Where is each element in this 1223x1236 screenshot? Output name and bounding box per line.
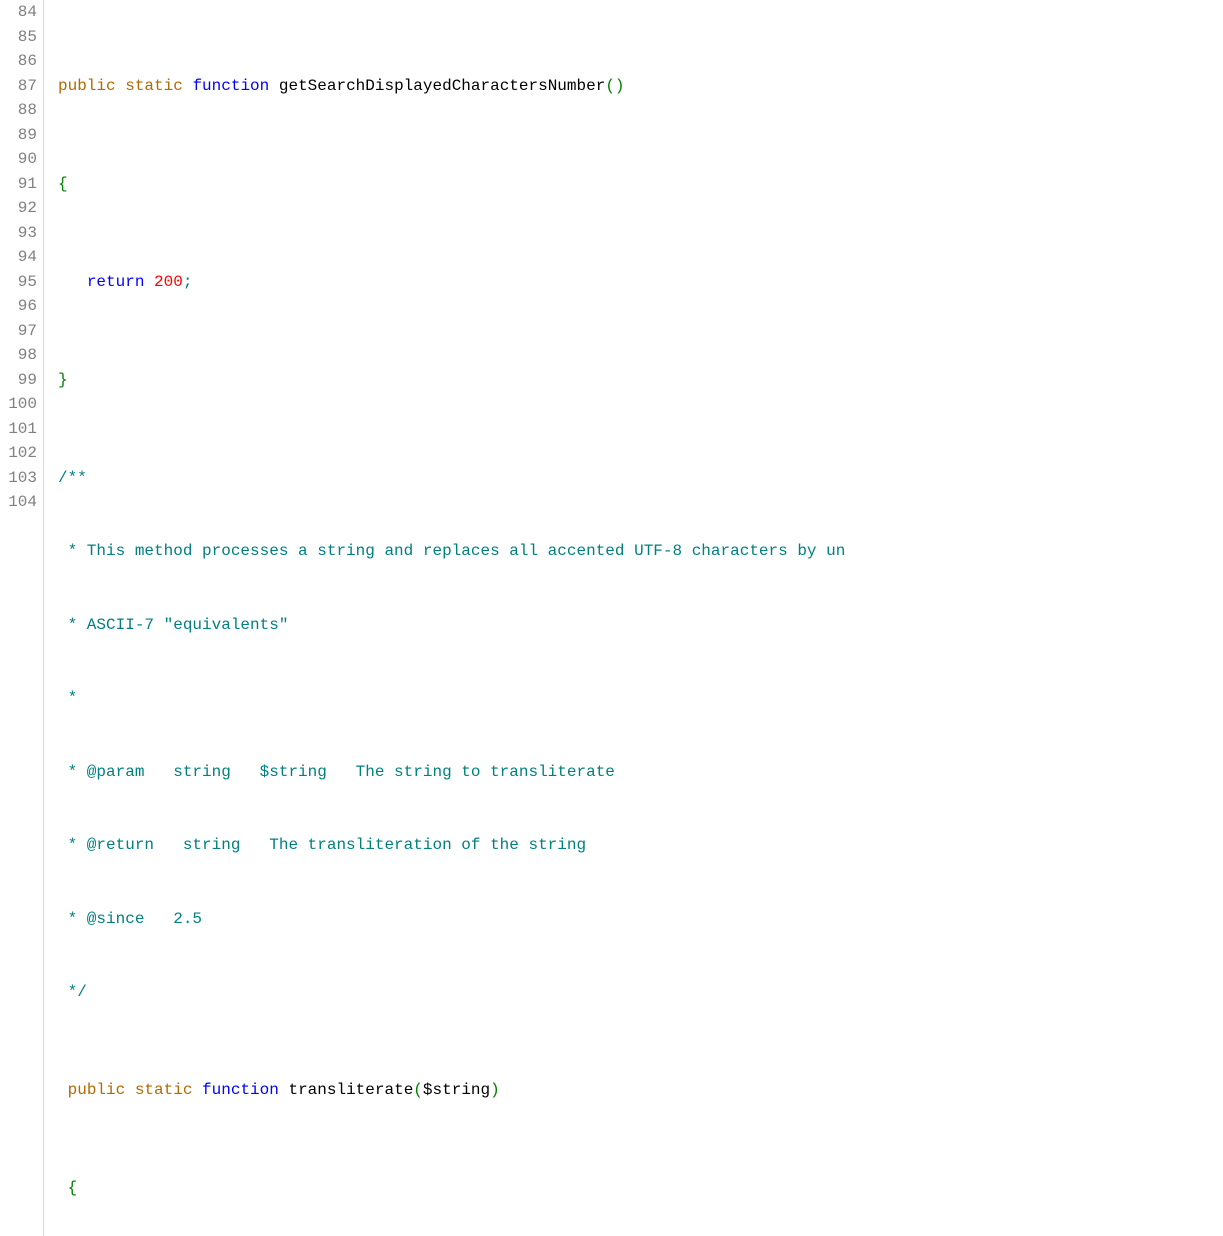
code-line[interactable]: public static function transliterate($st…: [44, 1078, 1223, 1103]
code-line[interactable]: * @since 2.5: [44, 907, 1223, 932]
brace-open: {: [58, 175, 68, 193]
docblock: * ASCII-7 "equivalents": [58, 616, 288, 634]
code-line[interactable]: * @return string The transliteration of …: [44, 833, 1223, 858]
line-number: 86: [0, 49, 37, 74]
code-line[interactable]: {: [44, 1176, 1223, 1201]
line-number: 93: [0, 221, 37, 246]
keyword-static: static: [135, 1081, 193, 1099]
paren-close: ): [615, 77, 625, 95]
line-number: 99: [0, 368, 37, 393]
semicolon: ;: [183, 273, 193, 291]
brace-close: }: [58, 371, 68, 389]
code-line[interactable]: {: [44, 172, 1223, 197]
line-number: 85: [0, 25, 37, 50]
line-number: 96: [0, 294, 37, 319]
line-number: 103: [0, 466, 37, 491]
line-number: 84: [0, 0, 37, 25]
keyword-public: public: [68, 1081, 126, 1099]
keyword-function: function: [192, 77, 269, 95]
line-number: 89: [0, 123, 37, 148]
line-number: 92: [0, 196, 37, 221]
line-number: 102: [0, 441, 37, 466]
paren-open: (: [605, 77, 615, 95]
keyword-static: static: [125, 77, 183, 95]
line-number-gutter: 8485868788899091929394959697989910010110…: [0, 0, 44, 1236]
brace-open: {: [68, 1179, 78, 1197]
line-number: 97: [0, 319, 37, 344]
docblock: * @since 2.5: [58, 910, 202, 928]
line-number: 98: [0, 343, 37, 368]
code-area[interactable]: public static function getSearchDisplaye…: [44, 0, 1223, 1236]
line-number: 87: [0, 74, 37, 99]
line-number: 100: [0, 392, 37, 417]
code-line[interactable]: */: [44, 980, 1223, 1005]
variable: $string: [423, 1081, 490, 1099]
code-line[interactable]: * This method processes a string and rep…: [44, 539, 1223, 564]
docblock: */: [58, 983, 87, 1001]
line-number: 90: [0, 147, 37, 172]
code-line[interactable]: *: [44, 686, 1223, 711]
code-line[interactable]: }: [44, 368, 1223, 393]
docblock: *: [58, 689, 77, 707]
line-number: 101: [0, 417, 37, 442]
code-editor: 8485868788899091929394959697989910010110…: [0, 0, 1223, 1236]
code-line[interactable]: return 200;: [44, 270, 1223, 295]
line-number: 91: [0, 172, 37, 197]
line-number: 94: [0, 245, 37, 270]
docblock: /**: [58, 469, 87, 487]
docblock: * @param string $string The string to tr…: [58, 763, 615, 781]
number-literal: 200: [154, 273, 183, 291]
code-line[interactable]: /**: [44, 466, 1223, 491]
line-number: 95: [0, 270, 37, 295]
docblock: * @return string The transliteration of …: [58, 836, 586, 854]
keyword-function: function: [202, 1081, 279, 1099]
function-name: getSearchDisplayedCharactersNumber: [279, 77, 605, 95]
paren-open: (: [413, 1081, 423, 1099]
function-name: transliterate: [288, 1081, 413, 1099]
code-line[interactable]: public static function getSearchDisplaye…: [44, 74, 1223, 99]
keyword-public: public: [58, 77, 116, 95]
line-number: 88: [0, 98, 37, 123]
docblock: * This method processes a string and rep…: [58, 542, 845, 560]
line-number: 104: [0, 490, 37, 515]
paren-close: ): [490, 1081, 500, 1099]
code-line[interactable]: * ASCII-7 "equivalents": [44, 613, 1223, 638]
code-line[interactable]: * @param string $string The string to tr…: [44, 760, 1223, 785]
keyword-return: return: [87, 273, 145, 291]
